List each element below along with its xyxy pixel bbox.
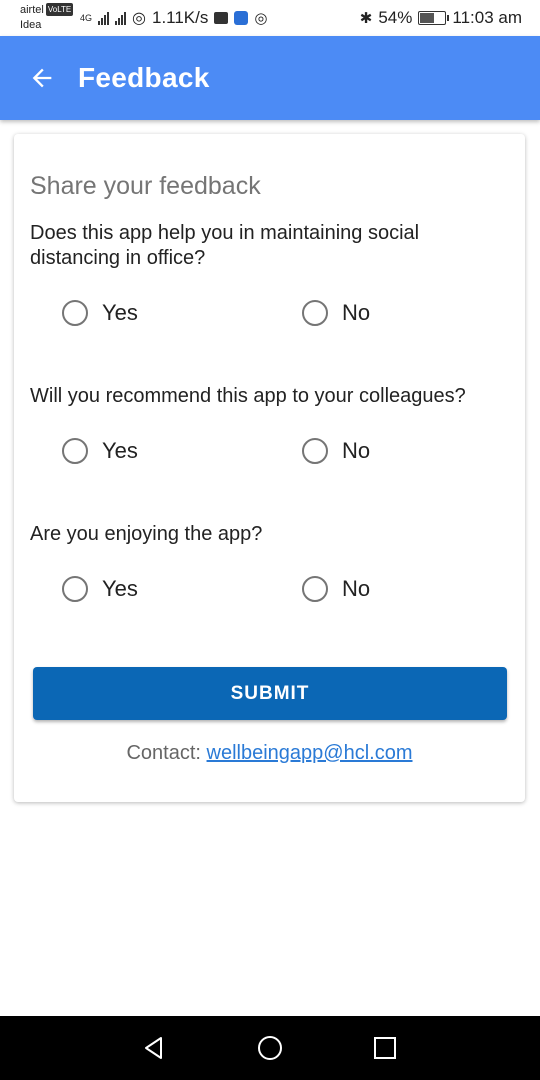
radio-unchecked-icon[interactable] bbox=[302, 438, 328, 464]
arrow-back-icon bbox=[32, 68, 52, 88]
radio-unchecked-icon[interactable] bbox=[302, 576, 328, 602]
q1-yes-option[interactable]: Yes bbox=[62, 300, 138, 326]
question-2-options: Yes No bbox=[14, 438, 525, 478]
home-nav-icon[interactable] bbox=[256, 1034, 284, 1062]
card-title: Share your feedback bbox=[30, 172, 261, 200]
nfc-icon: ◎ bbox=[254, 10, 268, 27]
battery-percent: 54% bbox=[378, 8, 413, 27]
q3-yes-option[interactable]: Yes bbox=[62, 576, 138, 602]
carrier-primary: airtel bbox=[20, 4, 44, 16]
q3-no-label: No bbox=[342, 576, 371, 601]
q2-yes-option[interactable]: Yes bbox=[62, 438, 138, 464]
system-nav-bar bbox=[0, 1016, 540, 1080]
q1-yes-label: Yes bbox=[102, 300, 138, 325]
network-speed: 1.11K/s bbox=[151, 8, 209, 27]
q2-no-option[interactable]: No bbox=[302, 438, 370, 464]
carrier-secondary: Idea bbox=[20, 19, 42, 31]
recents-nav-icon[interactable] bbox=[371, 1034, 399, 1062]
battery-fill bbox=[420, 13, 435, 23]
q2-yes-label: Yes bbox=[102, 438, 138, 463]
carrier-info: airtel VoLTE Idea bbox=[20, 3, 74, 32]
shield-icon bbox=[234, 11, 249, 25]
network-type: 4G bbox=[80, 13, 93, 23]
feedback-card: Share your feedback Does this app help y… bbox=[14, 134, 525, 802]
contact-line: Contact: wellbeingapp@hcl.com bbox=[14, 742, 525, 765]
clock: 11:03 am bbox=[452, 8, 522, 27]
q3-no-option[interactable]: No bbox=[302, 576, 370, 602]
radio-unchecked-icon[interactable] bbox=[62, 300, 88, 326]
contact-email-link[interactable]: wellbeingapp@hcl.com bbox=[207, 742, 413, 764]
question-1: Does this app help you in maintaining so… bbox=[30, 222, 420, 269]
q1-no-label: No bbox=[342, 300, 371, 325]
back-nav-icon[interactable] bbox=[140, 1034, 168, 1062]
contact-prefix: Contact: bbox=[126, 742, 207, 764]
volte-badge: VoLTE bbox=[45, 3, 74, 16]
signal-icon bbox=[98, 11, 110, 25]
radio-unchecked-icon[interactable] bbox=[302, 300, 328, 326]
question-2: Will you recommend this app to your coll… bbox=[30, 385, 466, 407]
battery-icon bbox=[418, 11, 450, 25]
back-button[interactable] bbox=[24, 60, 60, 96]
page-title: Feedback bbox=[78, 62, 210, 93]
hotspot-icon: ◎ bbox=[132, 10, 146, 27]
q2-no-label: No bbox=[342, 438, 371, 463]
status-right: ✱ 54% 11:03 am bbox=[360, 8, 522, 28]
q3-yes-label: Yes bbox=[102, 576, 138, 601]
bluetooth-icon: ✱ bbox=[359, 10, 373, 27]
radio-unchecked-icon[interactable] bbox=[62, 438, 88, 464]
question-3: Are you enjoying the app? bbox=[30, 523, 263, 545]
mail-icon bbox=[214, 12, 229, 24]
question-1-options: Yes No bbox=[14, 300, 525, 340]
q1-no-option[interactable]: No bbox=[302, 300, 370, 326]
submit-button[interactable]: SUBMIT bbox=[33, 667, 507, 720]
radio-unchecked-icon[interactable] bbox=[62, 576, 88, 602]
app-bar: Feedback bbox=[0, 36, 540, 120]
network-indicators: 4G ◎ 1.11K/s ◎ bbox=[80, 8, 267, 28]
question-3-options: Yes No bbox=[14, 576, 525, 616]
signal-icon-2 bbox=[115, 11, 127, 25]
status-bar: airtel VoLTE Idea 4G ◎ 1.11K/s ◎ ✱ 54% 11… bbox=[0, 0, 540, 36]
